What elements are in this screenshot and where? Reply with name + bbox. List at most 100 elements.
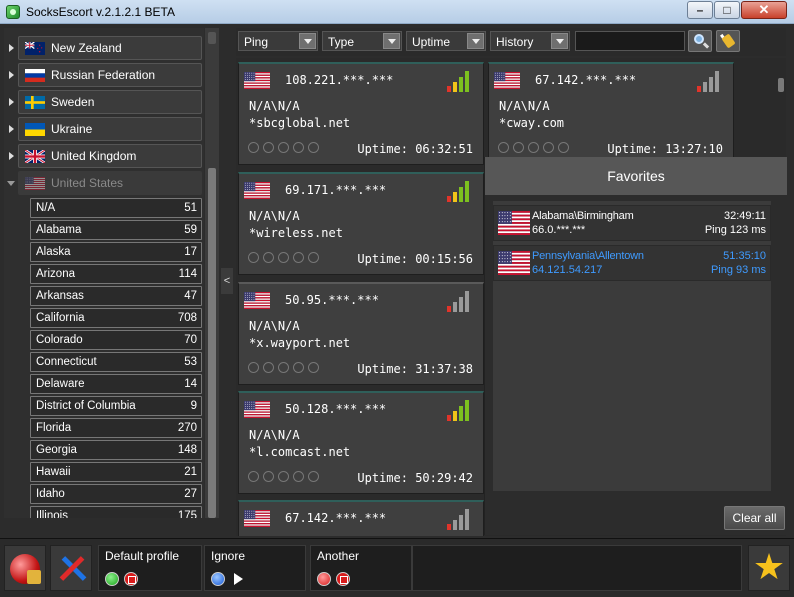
state-item[interactable]: District of Columbia 9 — [30, 396, 202, 416]
favorite-item[interactable]: Alabama\Birmingham 66.0.***.*** 32:49:11 Pi… — [493, 205, 771, 241]
rating-dot[interactable] — [513, 142, 524, 153]
proxy-card[interactable]: 50.95.***.*** N/A\N/A *x.wayport.net Uptime… — [238, 282, 484, 385]
chevron-right-icon[interactable] — [9, 125, 14, 133]
rating-dot[interactable] — [293, 362, 304, 373]
chevron-down-icon[interactable] — [299, 33, 316, 49]
profile-ignore[interactable]: Ignore — [204, 545, 306, 591]
state-item[interactable]: Connecticut 53 — [30, 352, 202, 372]
proxy-card[interactable]: 69.171.***.*** N/A\N/A *wireless.net Uptime… — [238, 172, 484, 275]
state-item[interactable]: California 708 — [30, 308, 202, 328]
state-item[interactable]: Delaware 14 — [30, 374, 202, 394]
proxy-card[interactable]: 108.221.***.*** N/A\N/A *sbcglobal.net Upti… — [238, 62, 484, 165]
play-icon[interactable] — [234, 573, 243, 585]
state-item[interactable]: Idaho 27 — [30, 484, 202, 504]
chevron-right-icon[interactable] — [9, 71, 14, 79]
stop-icon[interactable] — [124, 572, 138, 586]
state-count: 47 — [184, 290, 197, 302]
state-item[interactable]: Illinois 175 — [30, 506, 202, 518]
favorites-button[interactable]: ★ — [748, 545, 790, 591]
rating-dot[interactable] — [248, 142, 259, 153]
search-button[interactable] — [688, 30, 712, 52]
country-tree-scroll-thumb-main[interactable] — [208, 168, 216, 518]
status-green-icon[interactable] — [105, 572, 119, 586]
rating-dot[interactable] — [308, 142, 319, 153]
signal-bar — [447, 306, 451, 312]
signal-strength-icon — [447, 399, 471, 421]
rating-dot[interactable] — [248, 471, 259, 482]
rating-dot[interactable] — [248, 252, 259, 263]
chevron-down-icon[interactable] — [467, 33, 484, 49]
settings-button[interactable] — [50, 545, 92, 591]
rating-dot[interactable] — [278, 471, 289, 482]
state-item[interactable]: Arizona 114 — [30, 264, 202, 284]
rating-dot[interactable] — [293, 252, 304, 263]
filter-ping[interactable]: Ping — [238, 31, 318, 51]
state-item[interactable]: Colorado 70 — [30, 330, 202, 350]
rating-dot[interactable] — [308, 362, 319, 373]
state-item[interactable]: Arkansas 47 — [30, 286, 202, 306]
collapse-panel-button[interactable]: < — [221, 268, 233, 294]
chevron-down-icon[interactable] — [7, 181, 15, 186]
proxy-list-scroll-thumb[interactable] — [778, 78, 784, 92]
favorite-ip: 64.121.54.217 — [532, 264, 603, 276]
rating-dot[interactable] — [293, 142, 304, 153]
proxy-card[interactable]: 50.128.***.*** N/A\N/A *l.comcast.net Uptim… — [238, 391, 484, 494]
country-name: United States — [51, 176, 124, 190]
filter-type[interactable]: Type — [322, 31, 402, 51]
rating-dot[interactable] — [263, 471, 274, 482]
country-item[interactable]: United Kingdom — [9, 144, 202, 168]
rating-dot[interactable] — [263, 142, 274, 153]
profile-default[interactable]: Default profile — [98, 545, 202, 591]
country-item[interactable]: Russian Federation — [9, 63, 202, 87]
proxy-card[interactable]: 67.142.***.*** N/A\N/A *cway.com Uptime: 13… — [488, 62, 734, 165]
state-item[interactable]: Florida 270 — [30, 418, 202, 438]
state-item[interactable]: Hawaii 21 — [30, 462, 202, 482]
country-item[interactable]: Sweden — [9, 90, 202, 114]
rating-dot[interactable] — [248, 362, 259, 373]
filter-uptime[interactable]: Uptime — [406, 31, 486, 51]
favorite-item[interactable]: Pennsylvania\Allentown 64.121.54.217 51:35… — [493, 245, 771, 281]
rating-dot[interactable] — [263, 252, 274, 263]
account-button[interactable] — [4, 545, 46, 591]
rating-dot[interactable] — [293, 471, 304, 482]
clear-filter-button[interactable] — [716, 30, 740, 52]
country-item[interactable]: New Zealand — [9, 36, 202, 60]
chevron-right-icon[interactable] — [9, 44, 14, 52]
country-item[interactable]: Ukraine — [9, 117, 202, 141]
state-item[interactable]: Georgia 148 — [30, 440, 202, 460]
search-input[interactable] — [575, 31, 685, 51]
rating-dot[interactable] — [498, 142, 509, 153]
clear-all-button[interactable]: Clear all — [724, 506, 785, 530]
rating-dot[interactable] — [308, 471, 319, 482]
rating-dot[interactable] — [543, 142, 554, 153]
minimize-button[interactable]: – — [687, 1, 713, 19]
country-tree-scroll-thumb[interactable] — [208, 32, 216, 44]
maximize-button[interactable]: □ — [714, 1, 740, 19]
favorites-list: Alabama\Birmingham 66.0.***.*** 32:49:11 Pi… — [493, 201, 771, 491]
rating-dot[interactable] — [278, 362, 289, 373]
profile-another[interactable]: Another — [310, 545, 412, 591]
state-item[interactable]: Alabama 59 — [30, 220, 202, 240]
chevron-down-icon[interactable] — [383, 33, 400, 49]
chevron-right-icon[interactable] — [9, 152, 14, 160]
chevron-down-icon[interactable] — [551, 33, 568, 49]
rating-dot[interactable] — [278, 142, 289, 153]
chevron-right-icon[interactable] — [9, 98, 14, 106]
stop-icon[interactable] — [336, 572, 350, 586]
close-button[interactable]: ✕ — [741, 1, 787, 19]
rating-dot[interactable] — [263, 362, 274, 373]
country-name: Ukraine — [51, 122, 93, 136]
proxy-card[interactable]: 67.142.***.*** — [238, 500, 484, 536]
rating-dot[interactable] — [528, 142, 539, 153]
rating-dot[interactable] — [558, 142, 569, 153]
state-item[interactable]: Alaska 17 — [30, 242, 202, 262]
filter-history[interactable]: History — [490, 31, 570, 51]
state-item[interactable]: N/A 51 — [30, 198, 202, 218]
status-blue-icon[interactable] — [211, 572, 225, 586]
country-name: New Zealand — [51, 41, 122, 55]
status-red-icon[interactable] — [317, 572, 331, 586]
rating-dot[interactable] — [308, 252, 319, 263]
country-item[interactable]: United States — [7, 171, 202, 195]
country-tree-scrollbar[interactable] — [205, 28, 219, 518]
rating-dot[interactable] — [278, 252, 289, 263]
